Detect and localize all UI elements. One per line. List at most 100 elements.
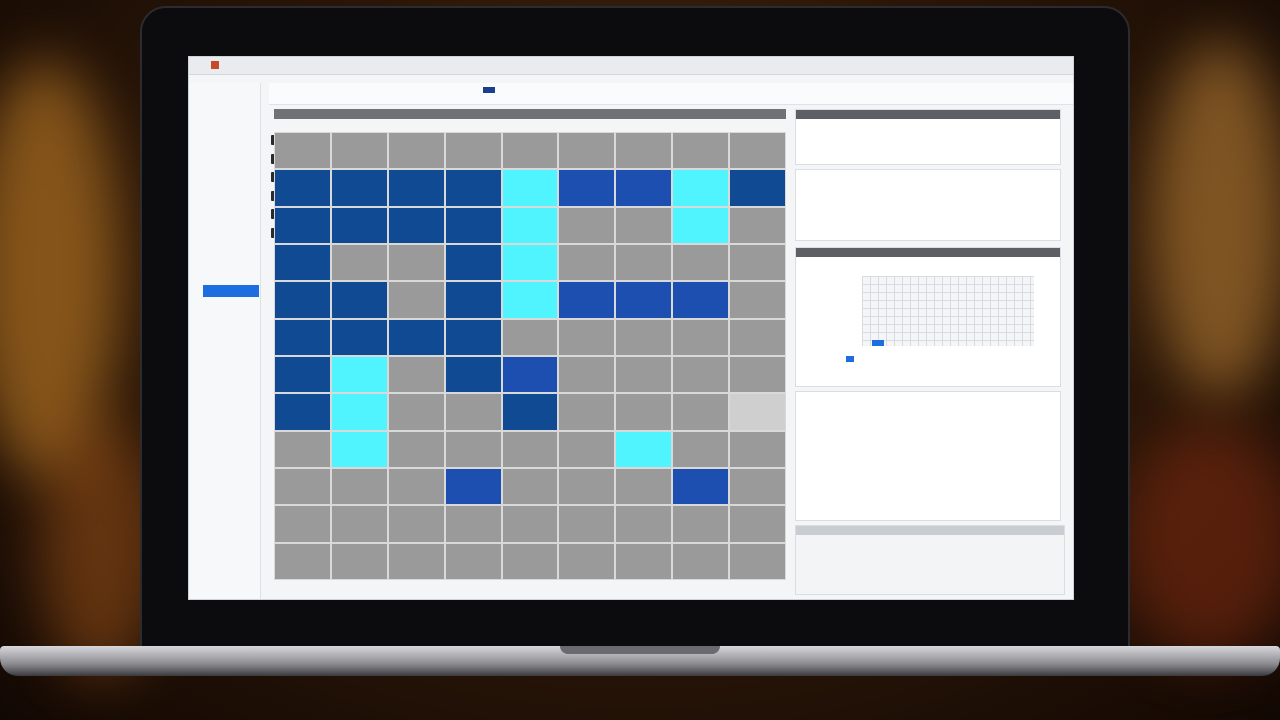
grid-cell[interactable]: [615, 169, 673, 207]
sidebar-item[interactable]: [203, 351, 259, 363]
grid-cell[interactable]: [444, 206, 502, 244]
grid-cell[interactable]: [729, 468, 786, 506]
grid-cell[interactable]: [330, 206, 388, 244]
grid-cell[interactable]: [274, 132, 331, 170]
sidebar-item[interactable]: [203, 186, 259, 198]
grid-cell[interactable]: [558, 132, 616, 170]
grid-cell[interactable]: [330, 468, 388, 506]
grid-cell[interactable]: [558, 430, 616, 468]
grid-cell[interactable]: [444, 393, 502, 431]
sidebar-item[interactable]: [203, 318, 259, 330]
color-swatch[interactable]: [483, 87, 495, 93]
sidebar-item[interactable]: [203, 269, 259, 281]
grid-cell[interactable]: [672, 505, 730, 543]
grid-cell[interactable]: [387, 206, 445, 244]
grid-cell[interactable]: [274, 356, 331, 394]
grid-cell[interactable]: [330, 542, 388, 580]
grid-cell[interactable]: [558, 542, 616, 580]
grid-cell[interactable]: [387, 356, 445, 394]
grid-cell[interactable]: [729, 505, 786, 543]
grid-cell[interactable]: [444, 318, 502, 356]
grid-cell[interactable]: [274, 393, 331, 431]
grid-cell[interactable]: [615, 318, 673, 356]
sidebar-item[interactable]: [203, 87, 259, 99]
grid-cell[interactable]: [672, 132, 730, 170]
grid-cell[interactable]: [672, 281, 730, 319]
grid-cell[interactable]: [615, 356, 673, 394]
grid-cell[interactable]: [501, 281, 559, 319]
grid-cell[interactable]: [444, 505, 502, 543]
grid-cell[interactable]: [558, 206, 616, 244]
grid-cell[interactable]: [274, 206, 331, 244]
grid-cell[interactable]: [672, 468, 730, 506]
grid-cell[interactable]: [387, 281, 445, 319]
grid-cell[interactable]: [729, 244, 786, 282]
grid-cell[interactable]: [501, 393, 559, 431]
grid-cell[interactable]: [330, 356, 388, 394]
grid-cell[interactable]: [729, 206, 786, 244]
grid-cell[interactable]: [558, 169, 616, 207]
grid-cell[interactable]: [274, 281, 331, 319]
grid-cell[interactable]: [615, 468, 673, 506]
grid-cell[interactable]: [615, 505, 673, 543]
grid-cell[interactable]: [558, 505, 616, 543]
grid-cell[interactable]: [615, 393, 673, 431]
grid-cell[interactable]: [274, 244, 331, 282]
grid-cell[interactable]: [672, 356, 730, 394]
grid-cell[interactable]: [501, 206, 559, 244]
grid-cell[interactable]: [444, 468, 502, 506]
sidebar-item[interactable]: [203, 137, 259, 149]
grid-cell[interactable]: [729, 356, 786, 394]
grid-cell[interactable]: [501, 132, 559, 170]
grid-cell[interactable]: [558, 393, 616, 431]
grid-cell[interactable]: [330, 430, 388, 468]
preview-grid[interactable]: [862, 276, 1034, 346]
sidebar-item[interactable]: [203, 236, 259, 248]
grid-cell[interactable]: [387, 468, 445, 506]
grid-cell[interactable]: [330, 244, 388, 282]
grid-cell[interactable]: [729, 430, 786, 468]
grid-cell[interactable]: [387, 393, 445, 431]
grid-cell[interactable]: [615, 542, 673, 580]
grid-cell[interactable]: [330, 393, 388, 431]
grid-cell[interactable]: [387, 132, 445, 170]
grid-cell[interactable]: [501, 542, 559, 580]
sidebar-item[interactable]: [203, 104, 259, 116]
grid-cell[interactable]: [501, 505, 559, 543]
grid-cell[interactable]: [330, 169, 388, 207]
grid-cell[interactable]: [444, 281, 502, 319]
grid-cell[interactable]: [729, 542, 786, 580]
grid-cell[interactable]: [729, 393, 786, 431]
grid-cell[interactable]: [729, 281, 786, 319]
grid-cell[interactable]: [615, 281, 673, 319]
grid-cell[interactable]: [274, 318, 331, 356]
grid-cell[interactable]: [387, 318, 445, 356]
grid-cell[interactable]: [444, 356, 502, 394]
grid-cell[interactable]: [558, 318, 616, 356]
grid-cell[interactable]: [387, 430, 445, 468]
grid-cell[interactable]: [558, 468, 616, 506]
grid-cell[interactable]: [672, 542, 730, 580]
grid-cell[interactable]: [387, 505, 445, 543]
grid-cell[interactable]: [387, 542, 445, 580]
grid-cell[interactable]: [501, 169, 559, 207]
grid-cell[interactable]: [615, 206, 673, 244]
grid-cell[interactable]: [501, 244, 559, 282]
grid-cell[interactable]: [274, 542, 331, 580]
grid-cell[interactable]: [672, 206, 730, 244]
sidebar-item[interactable]: [203, 285, 259, 297]
grid-cell[interactable]: [274, 468, 331, 506]
grid-cell[interactable]: [330, 132, 388, 170]
grid-cell[interactable]: [615, 132, 673, 170]
grid-cell[interactable]: [330, 318, 388, 356]
sidebar-item[interactable]: [203, 252, 259, 264]
grid-cell[interactable]: [672, 393, 730, 431]
grid-cell[interactable]: [672, 169, 730, 207]
grid-cell[interactable]: [387, 244, 445, 282]
grid-cell[interactable]: [444, 132, 502, 170]
grid-cell[interactable]: [558, 281, 616, 319]
grid-cell[interactable]: [501, 318, 559, 356]
grid-cell[interactable]: [444, 542, 502, 580]
sidebar-item[interactable]: [203, 335, 259, 347]
grid-cell[interactable]: [330, 505, 388, 543]
